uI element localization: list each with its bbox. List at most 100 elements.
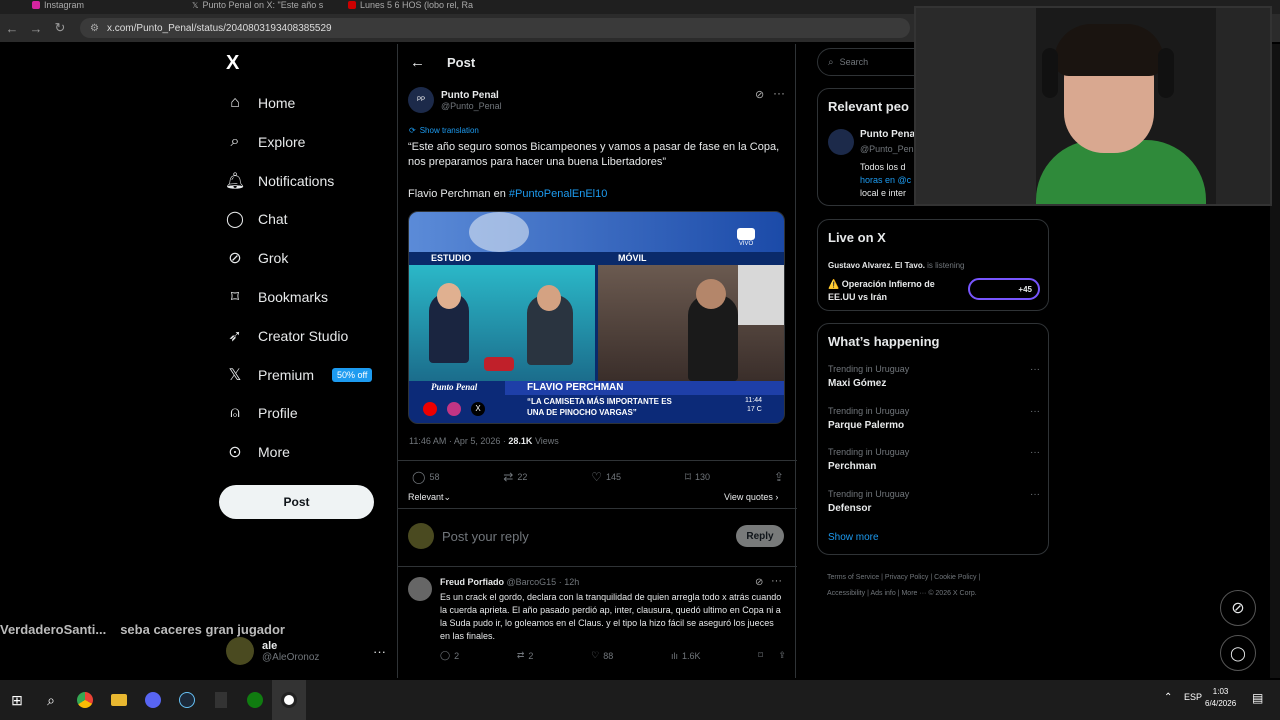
reload-icon[interactable]: ↻ (48, 20, 72, 36)
footer-link[interactable]: Terms of Service (827, 574, 879, 581)
site-info-icon[interactable]: ⚙ (90, 23, 99, 34)
sidebar-item-explore[interactable]: ⌕ Explore (226, 126, 306, 158)
more-dots-icon[interactable]: ··· (1030, 406, 1040, 417)
browser-tab[interactable]: Lunes 5 6 HOS (lobo rel, Ra (348, 0, 498, 10)
sidebar-item-grok[interactable]: ⊘ Grok (226, 242, 288, 274)
back-icon[interactable]: ← (0, 21, 24, 36)
page-title: Post (447, 55, 476, 70)
footer-link[interactable]: Ads info (870, 590, 895, 597)
back-arrow-icon[interactable]: ← (410, 54, 425, 71)
footer-link[interactable]: Privacy Policy (885, 574, 929, 581)
chrome-icon[interactable] (68, 680, 102, 720)
author-avatar[interactable]: PP (408, 87, 434, 113)
view-quotes-link[interactable]: View quotes › (724, 492, 778, 502)
reply-author-handle[interactable]: @BarcoG15 (507, 577, 557, 587)
chat-icon: ◯ (1230, 644, 1246, 661)
reply-button[interactable]: ◯ 58 (412, 470, 439, 484)
account-switcher[interactable]: ale @AleOronoz ··· (226, 634, 386, 668)
messages-fab[interactable]: ◯ (1220, 635, 1256, 671)
xbox-icon[interactable] (238, 680, 272, 720)
post-button[interactable]: Post (219, 485, 374, 519)
relevant-avatar[interactable] (828, 129, 854, 155)
footer-link[interactable]: More ··· (901, 590, 926, 597)
reply-button[interactable]: ◯ 2 (440, 650, 459, 661)
trend-item[interactable]: Trending in Uruguay Maxi Gómez ··· (828, 364, 1040, 389)
share-icon[interactable]: ⇪ (778, 650, 786, 661)
live-host[interactable]: Gustavo Alvarez. El Tavo. is listening (828, 261, 965, 270)
more-dots-icon[interactable]: ··· (771, 575, 782, 587)
show-more-link[interactable]: Show more (828, 532, 879, 543)
windows-start-icon[interactable]: ⊞ (0, 680, 34, 720)
cabinet-bg (1216, 8, 1270, 204)
live-topic[interactable]: ⚠️ Operación Infierno de EE.UU vs Irán (828, 278, 935, 304)
forward-icon[interactable]: → (24, 21, 48, 36)
browser-tab[interactable]: 𝕏 Punto Penal on X: "Este año s (192, 0, 332, 10)
search-icon: ⌕ (828, 56, 834, 68)
sidebar-item-bookmarks[interactable]: ⌑ Bookmarks (226, 281, 328, 313)
post-media[interactable]: VIVO ESTUDIO MÓVIL Punto Penal FLAVIO PE… (408, 211, 785, 424)
trend-item[interactable]: Trending in Uruguay Defensor ··· (828, 489, 1040, 514)
more-dots-icon[interactable]: ··· (1030, 364, 1040, 375)
sidebar-item-notifications[interactable]: 🔔︎ Notifications (225, 165, 334, 197)
more-dots-icon[interactable]: ··· (373, 644, 386, 659)
mobile-label: MÓVIL (618, 253, 647, 263)
x-icon: 𝕏 (228, 366, 242, 384)
browser-tab[interactable]: Instagram (32, 0, 182, 10)
notification-icon[interactable]: ▤ (1252, 691, 1263, 705)
repost-button[interactable]: ⇄ 2 (517, 650, 534, 661)
more-dots-icon[interactable]: ··· (1030, 489, 1040, 500)
relevant-name[interactable]: Punto Penal (860, 129, 918, 140)
social-icons: X (423, 402, 485, 416)
folder-icon[interactable] (102, 680, 136, 720)
live-listeners[interactable]: +45 (968, 278, 1040, 300)
sidebar-item-premium[interactable]: 𝕏 Premium 50% off (226, 359, 373, 391)
discord-icon[interactable] (136, 680, 170, 720)
sidebar-item-chat[interactable]: ◯ Chat (226, 203, 288, 235)
sidebar-item-profile[interactable]: ⍝ Profile (226, 397, 298, 429)
person-hair (1054, 24, 1164, 76)
sidebar-item-home[interactable]: ⌂ Home (226, 87, 295, 119)
reply-input[interactable]: Post your reply (442, 529, 529, 544)
trend-item[interactable]: Trending in Uruguay Parque Palermo ··· (828, 406, 1040, 431)
show-translation-link[interactable]: ⟳ Show translation (409, 126, 479, 135)
clock[interactable]: 1:03 6/4/2026 (1205, 686, 1236, 710)
divider (398, 566, 797, 567)
sidebar-item-more[interactable]: ⊙ More (226, 436, 290, 468)
repost-button[interactable]: ⇄ 22 (503, 470, 527, 484)
bookmark-button[interactable]: ⌑ 130 (685, 470, 710, 484)
reply-submit-button[interactable]: Reply (736, 525, 784, 547)
search-icon[interactable]: ⌕ (34, 680, 68, 720)
sidebar-item-creator-studio[interactable]: ➶ Creator Studio (226, 320, 348, 352)
reply-time[interactable]: · 12h (559, 577, 580, 587)
like-button[interactable]: ♡ 88 (591, 650, 613, 661)
url-field[interactable]: ⚙ x.com/Punto_Penal/status/2040803193408… (80, 18, 910, 38)
reply-avatar[interactable] (408, 577, 432, 601)
search-input[interactable]: Search (840, 57, 869, 67)
more-dots-icon[interactable]: ··· (773, 86, 785, 100)
author-handle[interactable]: @Punto_Penal (441, 101, 502, 111)
x-logo-icon[interactable]: X (226, 52, 239, 75)
chevron-up-icon[interactable]: ⌃ (1164, 692, 1172, 703)
grok-fab[interactable]: ⊘ (1220, 590, 1256, 626)
views-button[interactable]: ılı 1.6K (671, 650, 701, 661)
grok-icon[interactable]: ⊘ (755, 577, 763, 588)
sort-dropdown[interactable]: Relevant⌄ (408, 492, 451, 503)
author-name[interactable]: Punto Penal (441, 90, 502, 101)
reply-author-name[interactable]: Freud Porfiado (440, 577, 504, 587)
grok-icon[interactable]: ⊘ (755, 88, 764, 101)
obs-icon[interactable] (272, 680, 306, 720)
footer-link[interactable]: Accessibility (827, 590, 865, 597)
footer-link[interactable]: Cookie Policy (934, 574, 976, 581)
more-dots-icon[interactable]: ··· (1030, 447, 1040, 458)
relevant-handle[interactable]: @Punto_Penal (860, 144, 921, 154)
share-button[interactable]: ⇪ (774, 470, 784, 484)
steam-icon[interactable] (170, 680, 204, 720)
like-button[interactable]: ♡ 145 (591, 470, 621, 484)
home-icon: ⌂ (230, 94, 240, 111)
language-indicator[interactable]: ESP (1184, 692, 1202, 702)
post-timestamp[interactable]: 11:46 AM · Apr 5, 2026 · (409, 436, 508, 446)
trend-item[interactable]: Trending in Uruguay Perchman ··· (828, 447, 1040, 472)
bookmark-icon[interactable]: ⌑ (758, 650, 763, 661)
hashtag-link[interactable]: #PuntoPenalEnEl10 (509, 188, 607, 200)
epic-games-icon[interactable] (204, 680, 238, 720)
